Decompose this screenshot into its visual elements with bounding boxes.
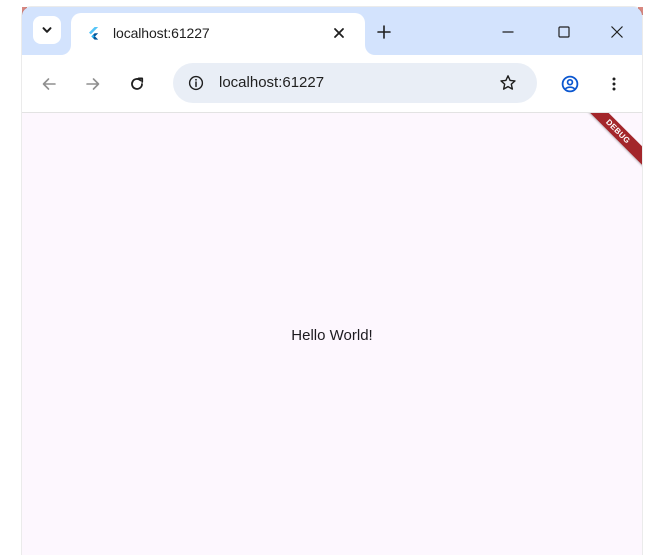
star-icon [500,75,516,90]
tab-search-button[interactable] [33,16,61,44]
debug-banner: DEBUG [576,113,642,173]
tab-strip: localhost:61227 [22,7,642,55]
browser-toolbar: localhost:61227 [22,55,642,113]
tab-active[interactable]: localhost:61227 [71,13,365,55]
new-tab-button[interactable] [372,20,396,44]
hello-message: Hello World! [291,327,373,344]
chevron-down-icon [42,27,52,33]
forward-button[interactable] [81,72,105,96]
back-arrow-icon [42,78,56,90]
back-button[interactable] [37,72,61,96]
profile-icon [561,75,579,93]
close-icon [611,26,623,38]
menu-button[interactable] [602,72,626,96]
browser-window: localhost:61227 localhost:61227 Hello Wo… [22,7,642,555]
plus-icon [377,25,391,39]
tab-close-button[interactable] [329,23,349,43]
maximize-icon [558,26,570,38]
site-info-button[interactable] [185,72,207,94]
page-viewport: Hello World! DEBUG [22,113,642,555]
bookmark-button[interactable] [497,72,519,94]
flutter-icon [89,27,99,40]
tab-title: localhost:61227 [113,25,210,41]
minimize-icon [502,31,514,33]
address-bar[interactable]: localhost:61227 [173,63,537,103]
info-icon [188,75,204,91]
kebab-menu-icon [612,77,616,91]
url-text: localhost:61227 [219,74,325,91]
reload-icon [131,77,144,90]
profile-button[interactable] [558,72,582,96]
minimize-button[interactable] [496,20,520,44]
close-icon [334,28,344,38]
forward-arrow-icon [86,78,100,90]
reload-button[interactable] [125,72,149,96]
close-window-button[interactable] [605,20,629,44]
maximize-button[interactable] [552,20,576,44]
